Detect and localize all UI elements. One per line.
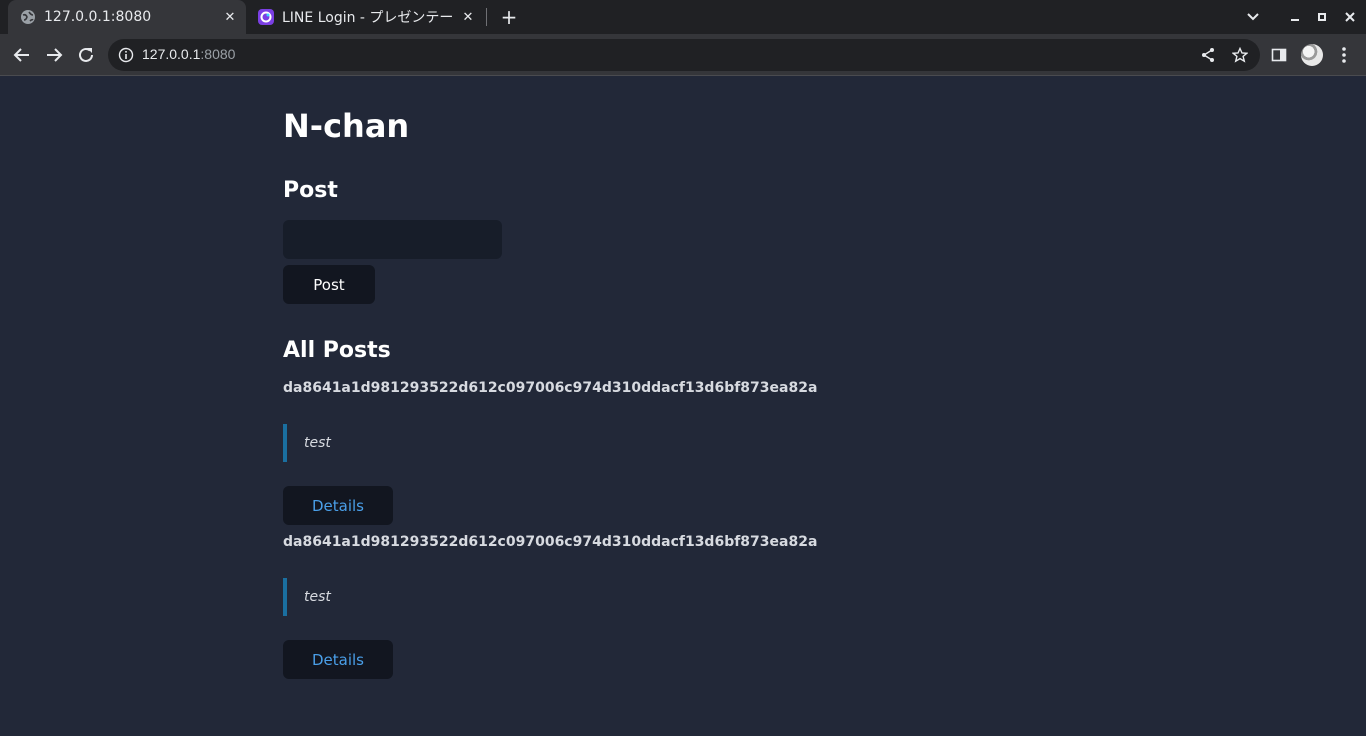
tab-inactive[interactable]: LINE Login - プレゼンテー ✕	[248, 0, 484, 34]
post-content: test	[304, 589, 331, 605]
app-favicon-icon	[258, 9, 274, 25]
post-content: test	[304, 435, 331, 451]
post-id: da8641a1d981293522d612c097006c974d310dda…	[283, 534, 818, 550]
forward-arrow-icon[interactable]	[42, 43, 66, 67]
bookmark-star-icon[interactable]	[1230, 45, 1250, 65]
post-input[interactable]	[283, 220, 502, 259]
address-bar[interactable]: 127.0.0.1:8080	[108, 39, 1260, 71]
url-port: :8080	[200, 46, 236, 62]
share-icon[interactable]	[1198, 45, 1218, 65]
post-section-heading: Post	[283, 178, 338, 203]
reload-icon[interactable]	[74, 43, 98, 67]
details-button[interactable]: Details	[283, 640, 393, 679]
page-title: N-chan	[283, 107, 410, 145]
url-host: 127.0.0.1	[142, 46, 201, 62]
post-button[interactable]: Post	[283, 265, 375, 304]
tab-active[interactable]: 127.0.0.1:8080 ✕	[8, 0, 246, 34]
tab-title: 127.0.0.1:8080	[44, 9, 152, 25]
new-tab-icon[interactable]: +	[498, 4, 520, 30]
post-content-quote: test	[283, 578, 331, 616]
all-posts-heading: All Posts	[283, 338, 391, 363]
tab-separator	[486, 8, 487, 26]
chevron-down-icon[interactable]	[1237, 0, 1269, 34]
info-icon[interactable]	[118, 47, 134, 63]
details-button[interactable]: Details	[283, 486, 393, 525]
browser-toolbar: 127.0.0.1:8080	[0, 34, 1366, 76]
list-item: da8641a1d981293522d612c097006c974d310dda…	[283, 376, 1083, 530]
tab-strip: 127.0.0.1:8080 ✕ LINE Login - プレゼンテー ✕ +	[0, 0, 1366, 34]
menu-kebab-icon[interactable]	[1332, 43, 1356, 67]
tab-title: LINE Login - プレゼンテー	[282, 10, 454, 26]
side-panel-icon[interactable]	[1267, 43, 1291, 67]
back-arrow-icon[interactable]	[10, 43, 34, 67]
post-id: da8641a1d981293522d612c097006c974d310dda…	[283, 380, 818, 396]
address-url: 127.0.0.1:8080	[142, 46, 235, 62]
globe-icon	[20, 9, 36, 25]
close-icon[interactable]: ✕	[458, 10, 478, 25]
close-icon[interactable]: ✕	[220, 10, 240, 25]
window-close-icon[interactable]	[1334, 0, 1366, 34]
list-item: da8641a1d981293522d612c097006c974d310dda…	[283, 530, 1083, 684]
post-content-quote: test	[283, 424, 331, 462]
profile-avatar[interactable]	[1300, 43, 1324, 67]
